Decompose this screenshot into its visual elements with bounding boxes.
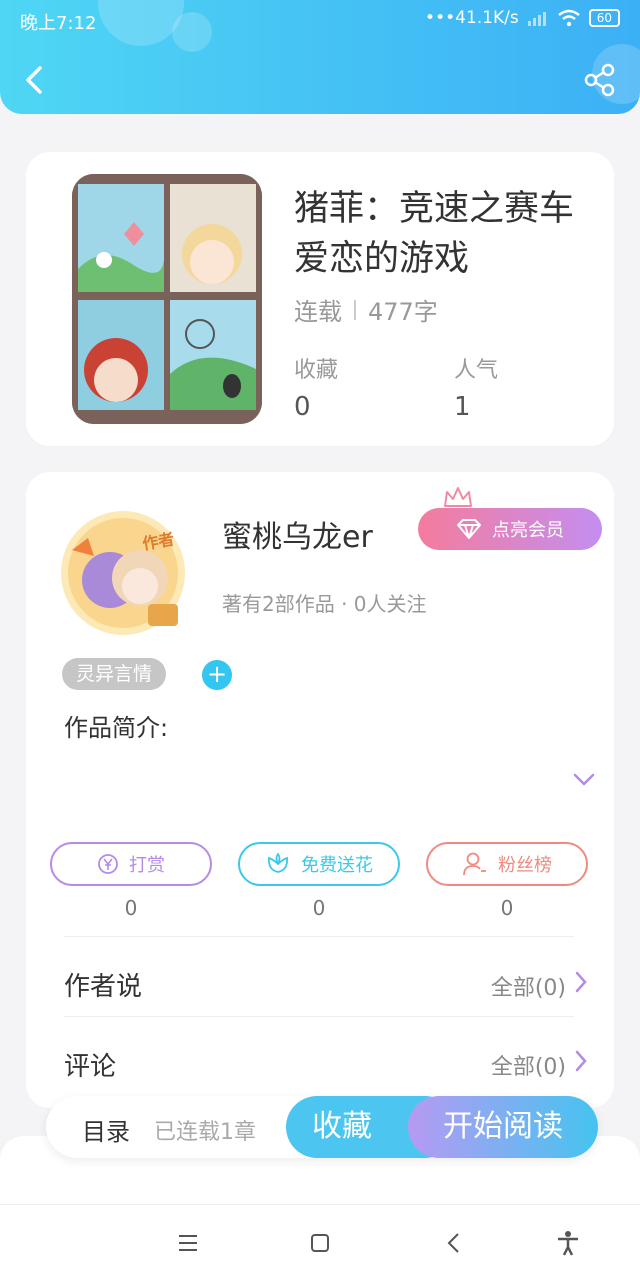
author-avatar[interactable]: 作者 bbox=[48, 508, 198, 638]
status-time: 晚上7:12 bbox=[20, 13, 97, 34]
detail-card: 作者 蜜桃乌龙er 点亮会员 著有2部作品 · 0人关注 灵异言情 + 作品简介… bbox=[26, 472, 614, 1108]
divider bbox=[64, 1016, 574, 1017]
accessibility-icon[interactable] bbox=[554, 1229, 582, 1257]
yuan-coin-icon bbox=[98, 854, 118, 874]
book-status: 连载 bbox=[294, 298, 342, 326]
author-name[interactable]: 蜜桃乌龙er bbox=[222, 512, 373, 556]
user-icon bbox=[463, 852, 486, 876]
home-icon[interactable] bbox=[306, 1229, 334, 1257]
network-speed: •••41.1K/s bbox=[425, 8, 519, 28]
diamond-icon bbox=[457, 519, 481, 539]
free-flower-button[interactable]: 免费送花 bbox=[238, 842, 400, 886]
book-info-card: 猪菲：竞速之赛车爱恋的游戏 连载 477字 收藏 0 人气 1 bbox=[26, 152, 614, 446]
back-nav-icon[interactable] bbox=[440, 1229, 468, 1257]
bottom-action-bar: 目录 已连载1章 收藏 开始阅读 bbox=[46, 1096, 598, 1158]
author-says-all[interactable]: 全部(0) bbox=[491, 970, 566, 1002]
author-works: 著有2部作品 · 0人关注 bbox=[222, 592, 427, 616]
flower-count: 0 bbox=[312, 896, 326, 920]
reward-label: 打赏 bbox=[129, 855, 165, 876]
popularity-value: 1 bbox=[454, 392, 471, 422]
serial-chapters: 已连载1章 bbox=[154, 1120, 256, 1145]
share-icon[interactable] bbox=[584, 62, 616, 98]
favorites-value: 0 bbox=[294, 392, 311, 422]
chevron-down-icon[interactable] bbox=[572, 770, 596, 790]
comments-all[interactable]: 全部(0) bbox=[491, 1049, 566, 1081]
book-words: 477字 bbox=[368, 298, 438, 326]
book-cover[interactable] bbox=[72, 174, 262, 424]
back-icon[interactable] bbox=[22, 62, 48, 98]
popularity-label: 人气 bbox=[454, 358, 499, 383]
battery-icon: 60 bbox=[588, 9, 620, 27]
start-reading-button[interactable]: 开始阅读 bbox=[408, 1096, 598, 1158]
chevron-right-icon[interactable] bbox=[574, 970, 588, 994]
vip-button[interactable]: 点亮会员 bbox=[418, 508, 602, 550]
divider bbox=[64, 936, 574, 937]
wifi-icon bbox=[557, 9, 580, 27]
header-bar: 晚上7:12 •••41.1K/s 60 bbox=[0, 0, 640, 114]
menu-icon[interactable] bbox=[174, 1229, 202, 1257]
status-right: •••41.1K/s 60 bbox=[425, 8, 620, 28]
intro-label: 作品简介: bbox=[64, 714, 169, 742]
book-meta: 连载 477字 bbox=[294, 292, 438, 327]
reward-button[interactable]: 打赏 bbox=[50, 842, 212, 886]
cover-illustration bbox=[72, 174, 262, 424]
system-nav-bar bbox=[0, 1204, 640, 1280]
crown-icon bbox=[444, 487, 472, 507]
add-tag-button[interactable]: + bbox=[202, 660, 232, 690]
comments-label: 评论 bbox=[64, 1052, 117, 1082]
free-flower-label: 免费送花 bbox=[301, 855, 373, 876]
chevron-right-icon[interactable] bbox=[574, 1049, 588, 1073]
book-title: 猪菲：竞速之赛车爱恋的游戏 bbox=[294, 189, 575, 279]
signal-icon bbox=[527, 12, 546, 26]
vip-label: 点亮会员 bbox=[492, 520, 564, 541]
avatar-illustration bbox=[61, 511, 185, 635]
flower-icon bbox=[268, 852, 288, 873]
fans-count: 0 bbox=[500, 896, 514, 920]
meta-divider bbox=[354, 299, 356, 320]
fans-rank-label: 粉丝榜 bbox=[498, 855, 552, 876]
genre-tag[interactable]: 灵异言情 bbox=[62, 658, 167, 690]
fans-rank-button[interactable]: 粉丝榜 bbox=[426, 842, 588, 886]
toc-button[interactable]: 目录 bbox=[82, 1112, 130, 1147]
reward-count: 0 bbox=[124, 896, 138, 920]
favorites-label: 收藏 bbox=[294, 358, 339, 383]
author-says-label: 作者说 bbox=[64, 972, 143, 1002]
status-bar: 晚上7:12 •••41.1K/s 60 bbox=[0, 0, 640, 40]
